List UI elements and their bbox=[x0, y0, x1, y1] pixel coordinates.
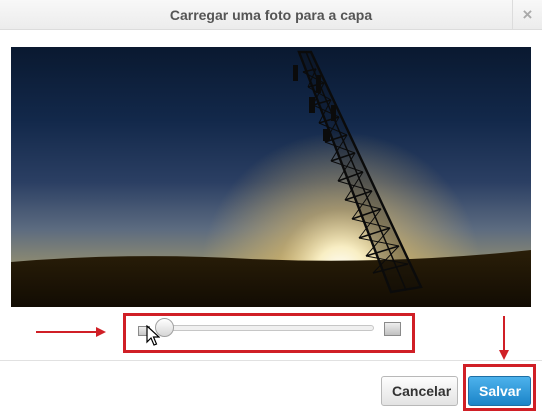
close-icon[interactable]: × bbox=[512, 0, 542, 30]
cover-photo-dialog: Carregar uma foto para a capa × Cancelar… bbox=[0, 0, 542, 413]
save-button[interactable]: Salvar bbox=[468, 376, 531, 406]
photo-preview[interactable] bbox=[11, 47, 531, 307]
zoom-in-image-icon[interactable] bbox=[384, 322, 401, 336]
annotation-arrow-down-icon bbox=[499, 316, 509, 360]
mouse-cursor-icon bbox=[146, 325, 160, 346]
cancel-button[interactable]: Cancelar bbox=[381, 376, 458, 406]
zoom-slider-track[interactable] bbox=[162, 325, 374, 331]
annotation-arrow-right-icon bbox=[36, 327, 106, 337]
footer-divider bbox=[0, 360, 542, 361]
photo-image bbox=[11, 47, 531, 307]
dialog-title: Carregar uma foto para a capa bbox=[169, 7, 373, 23]
dialog-header: Carregar uma foto para a capa × bbox=[0, 0, 542, 30]
zoom-control bbox=[123, 313, 415, 353]
